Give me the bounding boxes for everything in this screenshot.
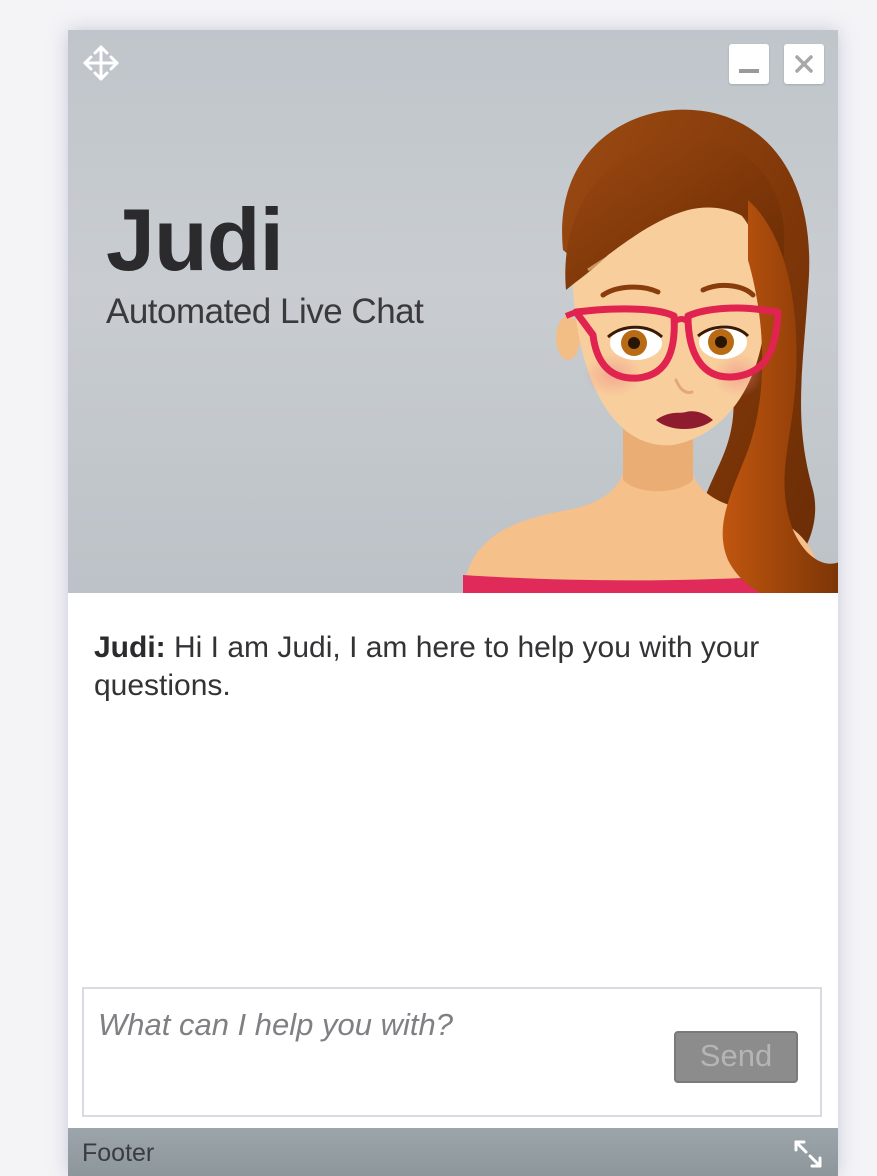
close-icon [795,55,813,73]
chat-message: Judi: Hi I am Judi, I am here to help yo… [94,629,804,705]
move-arrows-icon[interactable] [80,42,122,84]
message-input[interactable] [98,1007,658,1097]
send-button[interactable]: Send [674,1031,798,1083]
minimize-button[interactable] [729,44,769,84]
agent-subtitle: Automated Live Chat [106,292,424,331]
minimize-icon [739,69,759,73]
chat-footer: Footer [68,1128,838,1176]
avatar-illustration [463,109,838,593]
agent-name: Judi [106,190,284,289]
expand-arrows-icon[interactable] [790,1136,826,1172]
close-button[interactable] [784,44,824,84]
message-list: Judi: Hi I am Judi, I am here to help yo… [68,593,838,983]
chat-widget: Judi Automated Live Chat Judi: Hi I am J… [68,30,838,1176]
message-sender: Judi: [94,631,166,664]
chat-header: Judi Automated Live Chat [68,30,838,593]
message-text: Hi I am Judi, I am here to help you with… [94,631,760,702]
message-composer: Send [82,987,822,1117]
footer-label: Footer [82,1139,155,1167]
